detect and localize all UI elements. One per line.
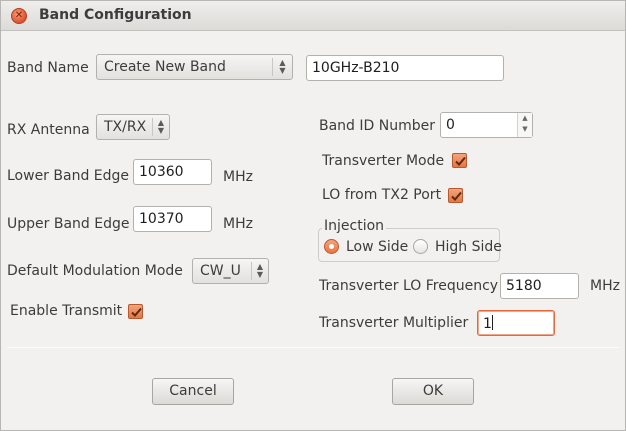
- window-title: Band Configuration: [39, 7, 192, 23]
- upper-band-edge-unit: MHz: [223, 216, 253, 232]
- upper-band-edge-entry[interactable]: 10370: [133, 206, 212, 232]
- lower-band-edge-label: Lower Band Edge: [7, 168, 130, 184]
- checkmark-icon: [455, 156, 466, 166]
- transverter-lo-unit: MHz: [590, 278, 620, 294]
- default-modulation-label: Default Modulation Mode: [7, 263, 183, 279]
- separator: [7, 347, 619, 348]
- band-name-label: Band Name: [7, 60, 89, 76]
- enable-transmit-label: Enable Transmit: [10, 303, 123, 319]
- default-modulation-combo[interactable]: CW_U ▲ ▼: [192, 258, 269, 284]
- rx-antenna-label: RX Antenna: [7, 122, 90, 138]
- transverter-mode-checkbox[interactable]: [452, 153, 467, 168]
- transverter-mode-label: Transverter Mode: [322, 153, 445, 169]
- transverter-multiplier-value: 1: [483, 316, 492, 332]
- up-down-arrows-icon[interactable]: ▲ ▼: [517, 113, 532, 137]
- lo-from-tx2-checkbox[interactable]: [448, 188, 463, 203]
- title-bar: ✕ Band Configuration: [1, 1, 625, 31]
- cancel-button[interactable]: Cancel: [152, 378, 234, 405]
- lower-band-edge-entry[interactable]: 10360: [133, 159, 212, 185]
- lo-from-tx2-label: LO from TX2 Port: [322, 187, 442, 203]
- band-id-value: 0: [446, 117, 455, 133]
- lower-band-edge-unit: MHz: [223, 169, 253, 185]
- radio-high-side[interactable]: [413, 239, 428, 254]
- close-icon[interactable]: ✕: [11, 8, 27, 24]
- rx-antenna-combo[interactable]: TX/RX ▲ ▼: [96, 114, 170, 140]
- radio-low-side[interactable]: [324, 239, 339, 254]
- up-down-arrows-icon: ▲ ▼: [152, 118, 169, 136]
- checkmark-icon: [131, 307, 142, 317]
- band-name-combo[interactable]: Create New Band ▲ ▼: [96, 54, 293, 80]
- injection-title: Injection: [322, 218, 387, 234]
- transverter-lo-entry[interactable]: 5180: [500, 273, 579, 299]
- up-down-arrows-icon: ▲ ▼: [251, 262, 268, 280]
- text-cursor: [491, 315, 493, 330]
- band-name-entry[interactable]: 10GHz-B210: [306, 55, 504, 81]
- transverter-lo-label: Transverter LO Frequency: [319, 278, 499, 294]
- rx-antenna-value: TX/RX: [104, 119, 147, 135]
- band-configuration-dialog: ✕ Band Configuration Band Name Create Ne…: [0, 0, 626, 431]
- up-down-arrows-icon: ▲ ▼: [272, 58, 292, 76]
- upper-band-edge-label: Upper Band Edge: [7, 216, 130, 232]
- band-name-combo-value: Create New Band: [104, 59, 226, 75]
- radio-high-side-label: High Side: [435, 239, 502, 255]
- transverter-multiplier-entry[interactable]: 1: [477, 310, 555, 336]
- band-id-spinbox[interactable]: 0 ▲ ▼: [440, 112, 533, 138]
- ok-button[interactable]: OK: [392, 378, 474, 405]
- band-id-label: Band ID Number: [319, 118, 435, 134]
- checkmark-icon: [451, 191, 462, 201]
- default-modulation-value: CW_U: [200, 263, 241, 279]
- radio-low-side-label: Low Side: [346, 239, 409, 255]
- enable-transmit-checkbox[interactable]: [128, 304, 143, 319]
- transverter-multiplier-label: Transverter Multiplier: [319, 315, 469, 331]
